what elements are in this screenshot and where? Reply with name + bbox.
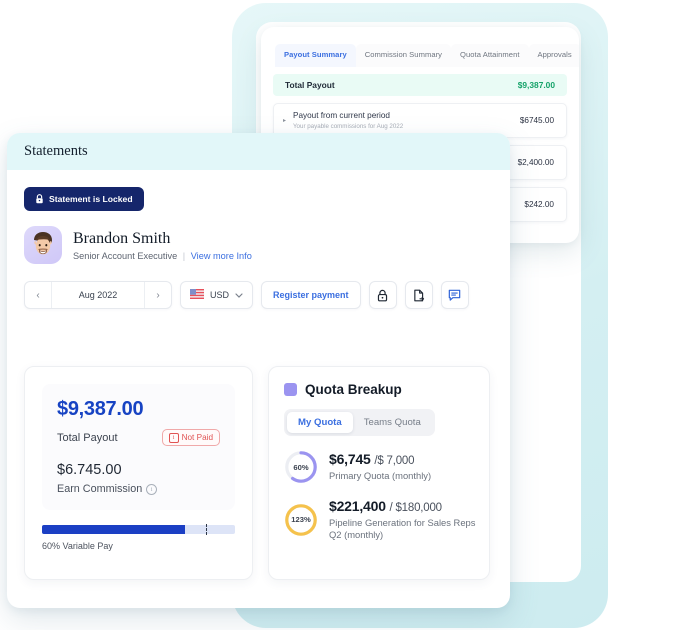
summary-tabs: Payout Summary Commission Summary Quota …	[261, 27, 579, 67]
memoji-avatar-icon	[34, 232, 52, 255]
avatar	[24, 226, 62, 264]
page-title: Statements	[24, 143, 88, 159]
progress-fill	[42, 525, 185, 534]
statement-locked-badge: Statement is Locked	[24, 187, 144, 211]
quota-item-text: $6,745 /$ 7,000 Primary Quota (monthly)	[329, 451, 431, 482]
quota-item-text: $221,400 / $180,000 Pipeline Generation …	[329, 498, 489, 541]
quota-donut: 123%	[284, 503, 318, 537]
quota-donut: 60%	[284, 450, 318, 484]
user-name: Brandon Smith	[73, 229, 171, 247]
total-payout-row: Total Payout $9,387.00	[273, 74, 567, 96]
tab-teams-quota[interactable]: Teams Quota	[353, 412, 432, 433]
quota-percent: 123%	[291, 515, 311, 525]
quota-target: / $180,000	[389, 502, 443, 514]
chevron-down-icon[interactable]	[235, 291, 243, 300]
quota-header: Quota Breakup	[284, 382, 489, 397]
profile-text: Brandon Smith Senior Account Executive |…	[73, 230, 252, 261]
user-role: Senior Account Executive	[73, 250, 178, 261]
period-selector[interactable]: ‹ Aug 2022 ›	[24, 281, 172, 309]
file-export-icon	[413, 289, 425, 302]
info-icon[interactable]: i	[146, 483, 158, 495]
total-payout-label: Total Payout	[285, 80, 335, 90]
tab-approvals[interactable]: Approvals	[528, 44, 579, 67]
progress-track	[42, 524, 235, 535]
status-badge: i Not Paid	[161, 429, 220, 446]
comment-button[interactable]	[440, 281, 469, 309]
payout-row-title: Payout from current period	[293, 111, 390, 121]
quota-breakup-panel: Quota Breakup My Quota Teams Quota 60% $…	[268, 366, 490, 580]
payout-row-subtitle: Your payable commissions for Aug 2022	[293, 122, 404, 130]
total-payout-caption: Total Payout	[57, 431, 118, 444]
lock-icon	[35, 194, 44, 204]
tab-commission-summary[interactable]: Commission Summary	[355, 44, 452, 67]
export-file-button[interactable]	[404, 281, 433, 309]
payout-row-texts: Payout from current period Your payable …	[293, 111, 514, 130]
quota-achieved: $6,745	[329, 451, 371, 468]
expand-caret-icon[interactable]: ▸	[283, 118, 293, 124]
currency-selector[interactable]: USD	[180, 281, 254, 309]
view-more-info-link[interactable]: View more Info	[191, 251, 252, 261]
quota-square-icon	[284, 383, 297, 396]
quota-item-pipeline: 123% $221,400 / $180,000 Pipeline Genera…	[284, 498, 489, 541]
quota-description: Pipeline Generation for Sales Reps Q2 (m…	[329, 517, 476, 541]
statements-bottom-row: $9,387.00 Total Payout i Not Paid $6.745…	[24, 366, 490, 580]
earned-commission-caption: Earn Commission i	[57, 483, 220, 495]
currency-code: USD	[210, 290, 230, 300]
earned-commission-label: Earn Commission	[57, 483, 143, 495]
statement-locked-label: Statement is Locked	[49, 194, 133, 204]
payout-detail-panel: $9,387.00 Total Payout i Not Paid $6.745…	[24, 366, 253, 580]
tab-my-quota[interactable]: My Quota	[287, 412, 353, 433]
total-payout-status-row: Total Payout i Not Paid	[57, 429, 220, 446]
prev-period-button[interactable]: ‹	[25, 290, 51, 301]
register-payment-button[interactable]: Register payment	[261, 281, 361, 309]
us-flag-icon	[190, 288, 204, 302]
lock-button[interactable]	[368, 281, 397, 309]
quota-item-primary: 60% $6,745 /$ 7,000 Primary Quota (month…	[284, 450, 489, 484]
total-payout-value: $9,387.00	[517, 80, 555, 90]
info-icon: i	[168, 432, 179, 443]
statements-toolbar: ‹ Aug 2022 › USD Register payment	[24, 281, 510, 309]
quota-tabs: My Quota Teams Quota	[284, 409, 435, 436]
payout-inner-card: $9,387.00 Total Payout i Not Paid $6.745…	[42, 384, 235, 510]
status-badge-label: Not Paid	[181, 433, 213, 442]
period-label: Aug 2022	[78, 290, 118, 300]
user-meta: Senior Account Executive | View more Inf…	[73, 251, 252, 261]
statements-header: Statements	[7, 133, 510, 170]
tab-quota-attainment[interactable]: Quota Attainment	[451, 44, 529, 67]
meta-divider: |	[182, 250, 186, 261]
statements-card: Statements Statement is Locked Brandon S…	[7, 133, 510, 608]
lock-icon	[377, 289, 388, 302]
total-payout-amount: $9,387.00	[57, 398, 144, 420]
next-period-button[interactable]: ›	[145, 290, 171, 301]
tab-payout-summary[interactable]: Payout Summary	[275, 44, 356, 67]
quota-percent: 60%	[293, 462, 309, 472]
variable-pay-progress: 60% Variable Pay	[42, 524, 235, 551]
comment-icon	[448, 289, 461, 301]
quota-achieved: $221,400	[329, 498, 386, 514]
quota-figures: $221,400 / $180,000	[329, 498, 489, 514]
earned-commission-amount: $6.745.00	[57, 462, 122, 478]
progress-target-marker	[206, 524, 208, 535]
payout-row-amount: $2,400.00	[517, 158, 554, 167]
quota-description: Primary Quota (monthly)	[329, 470, 432, 482]
quota-target: /$ 7,000	[374, 455, 415, 468]
payout-row-amount: $242.00	[524, 200, 554, 209]
payout-row-amount: $6745.00	[519, 116, 554, 125]
quota-breakup-title: Quota Breakup	[305, 382, 402, 397]
quota-figures: $6,745 /$ 7,000	[329, 451, 431, 467]
user-profile: Brandon Smith Senior Account Executive |…	[24, 226, 510, 264]
variable-pay-label: 60% Variable Pay	[42, 541, 113, 551]
